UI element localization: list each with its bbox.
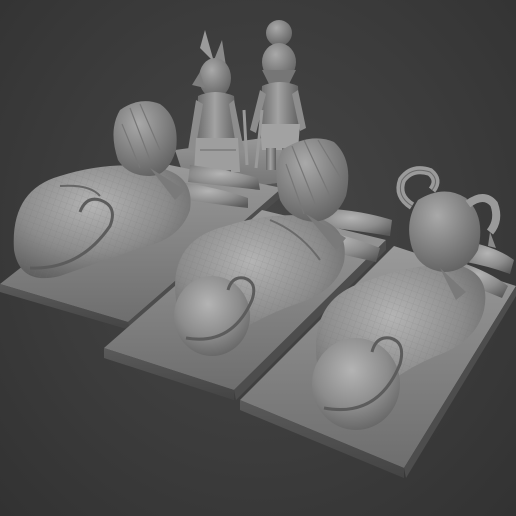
sun-disk [266, 20, 292, 46]
render-canvas [0, 20, 516, 478]
3d-viewport[interactable] [0, 0, 516, 516]
